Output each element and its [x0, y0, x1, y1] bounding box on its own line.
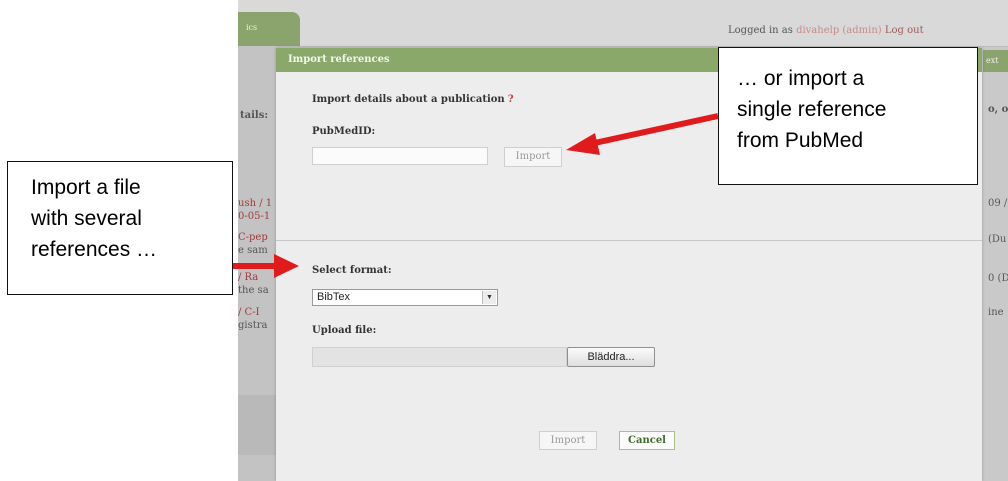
arrow-to-pubmed: [566, 113, 719, 155]
arrow-to-format-select: [233, 254, 299, 278]
annotation-arrows: [233, 113, 719, 278]
